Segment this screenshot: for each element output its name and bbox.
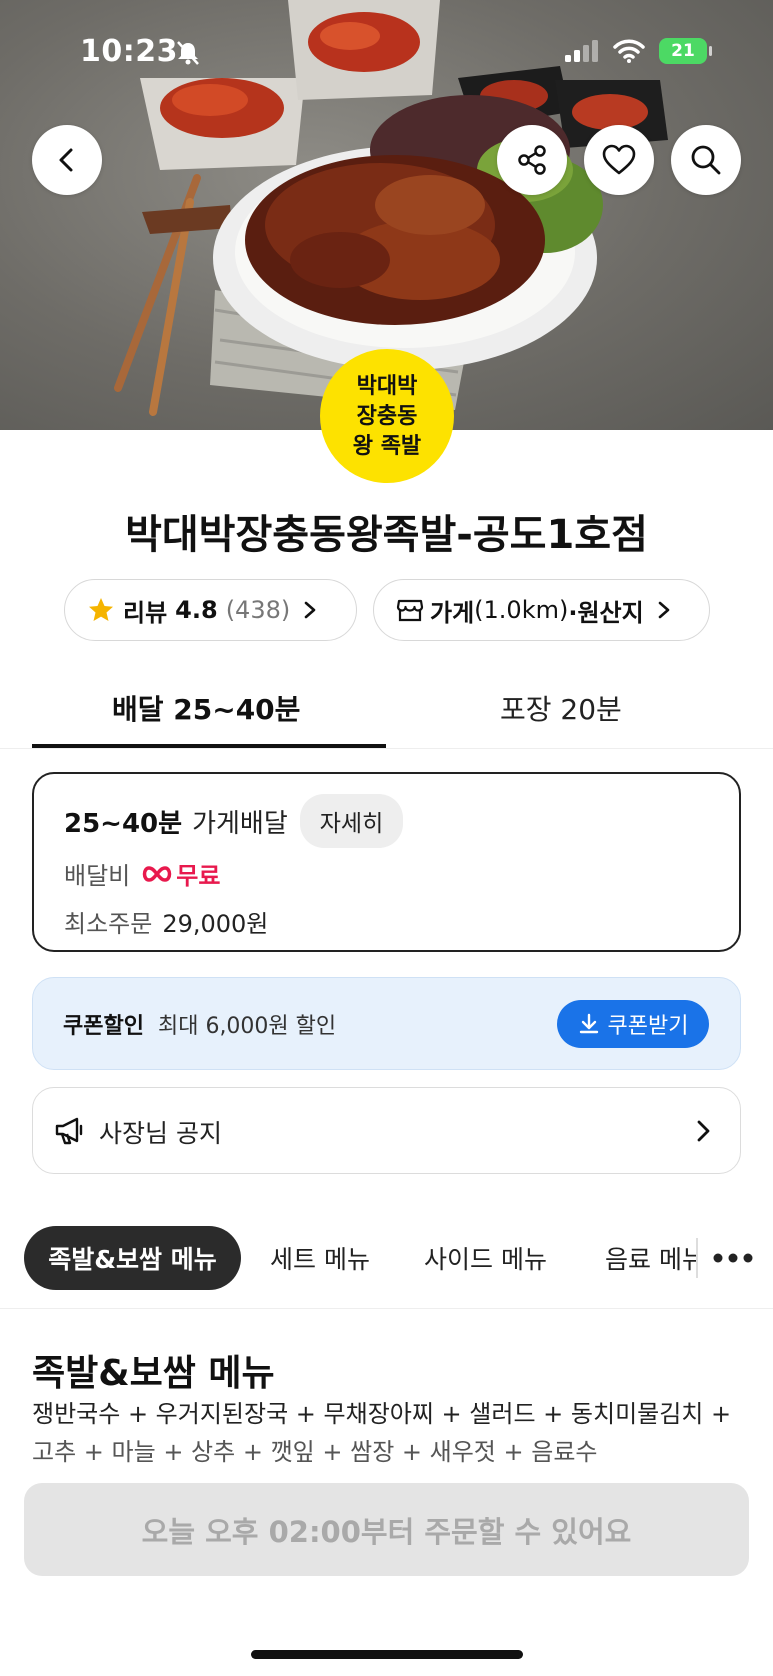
search-button[interactable] xyxy=(671,125,741,195)
signal-icon xyxy=(565,40,598,62)
store-logo: 박대박 장충동 왕 족발 xyxy=(320,349,454,483)
delivery-type: 가게배달 xyxy=(192,808,288,839)
review-rating: 4.8 xyxy=(175,596,218,624)
chevron-right-icon xyxy=(697,1120,710,1142)
store-info-pill[interactable]: 가게 (1.0km) ·원산지 xyxy=(373,579,710,641)
order-unavailable-bar[interactable]: 오늘 오후 02:00부터 주문할 수 있어요 xyxy=(24,1483,749,1576)
wifi-icon xyxy=(613,39,645,63)
logo-line: 장충동 xyxy=(356,403,418,429)
menu-category-tabs: 족발&보쌈 메뉴 세트 메뉴 사이드 메뉴 음료 메뉴 xyxy=(0,1222,773,1309)
notice-label: 사장님 공지 xyxy=(99,1119,222,1148)
menu-tab-set[interactable]: 세트 메뉴 xyxy=(270,1226,370,1290)
store-name: 박대박장충동왕족발-공도1호점 xyxy=(125,512,648,558)
battery-level: 21 xyxy=(671,41,695,61)
menu-tab-jokbal[interactable]: 족발&보쌈 메뉴 xyxy=(24,1226,241,1290)
coupon-download-button[interactable]: 쿠폰받기 xyxy=(557,1000,709,1048)
coupon-label: 쿠폰할인 xyxy=(63,1014,144,1039)
share-button[interactable] xyxy=(497,125,567,195)
active-tab-indicator xyxy=(32,744,386,748)
store-distance: (1.0km) xyxy=(474,596,569,624)
download-icon xyxy=(579,1013,598,1034)
section-description-line: 고추 + 마늘 + 상추 + 깻잎 + 쌈장 + 새우젓 + 음료수 xyxy=(32,1438,598,1466)
origin-label: ·원산지 xyxy=(568,598,644,627)
store-icon xyxy=(396,599,424,622)
more-icon[interactable] xyxy=(712,1252,754,1264)
owner-notice-card[interactable]: 사장님 공지 xyxy=(32,1087,741,1174)
tab-pickup[interactable]: 포장 20분 xyxy=(500,688,622,728)
section-title: 족발&보쌈 메뉴 xyxy=(32,1353,275,1394)
logo-line: 박대박 xyxy=(356,373,418,399)
star-icon xyxy=(89,598,113,621)
megaphone-icon xyxy=(55,1117,83,1145)
detail-button[interactable]: 자세히 xyxy=(299,794,404,848)
status-icons: 21 xyxy=(565,38,712,64)
battery-indicator: 21 xyxy=(659,38,712,64)
home-indicator xyxy=(251,1650,523,1659)
review-label: 리뷰 xyxy=(123,598,168,627)
divider xyxy=(696,1238,698,1278)
coupon-button-label: 쿠폰받기 xyxy=(607,1014,689,1039)
mute-bell-icon xyxy=(177,41,199,65)
store-info-label: 가게 xyxy=(430,598,475,627)
delivery-info-card: 25~40분 가게배달 자세히 배달비 무료 최소주문 29,000원 xyxy=(32,772,741,952)
menu-tab-side[interactable]: 사이드 메뉴 xyxy=(424,1226,547,1290)
menu-tab-drink[interactable]: 음료 메뉴 xyxy=(605,1226,697,1290)
review-count: (438) xyxy=(225,596,291,624)
infinity-icon xyxy=(143,865,172,882)
review-pill[interactable]: 리뷰 4.8 (438) xyxy=(64,579,357,641)
delivery-fee-value: 무료 xyxy=(176,862,221,890)
share-icon xyxy=(518,145,546,175)
logo-line: 왕 족발 xyxy=(352,433,422,459)
status-time: 10:23 xyxy=(80,34,178,69)
delivery-fee-label: 배달비 xyxy=(64,862,131,890)
min-order-value: 29,000원 xyxy=(162,910,269,938)
back-button[interactable] xyxy=(32,125,102,195)
heart-icon xyxy=(602,144,636,175)
favorite-button[interactable] xyxy=(584,125,654,195)
order-type-tabs: 배달 25~40분 포장 20분 xyxy=(0,660,773,749)
coupon-card: 쿠폰할인 최대 6,000원 할인 쿠폰받기 xyxy=(32,977,741,1070)
tab-delivery[interactable]: 배달 25~40분 xyxy=(112,688,300,728)
delivery-time: 25~40분 xyxy=(64,808,183,839)
min-order-label: 최소주문 xyxy=(64,910,153,938)
chevron-right-icon xyxy=(658,601,670,619)
search-icon xyxy=(691,145,721,175)
coupon-description: 최대 6,000원 할인 xyxy=(157,1014,337,1039)
chevron-left-icon xyxy=(59,148,73,172)
chevron-right-icon xyxy=(304,601,316,619)
section-description-line: 쟁반국수 + 우거지된장국 + 무채장아찌 + 샐러드 + 동치미물김치 + xyxy=(32,1400,732,1428)
